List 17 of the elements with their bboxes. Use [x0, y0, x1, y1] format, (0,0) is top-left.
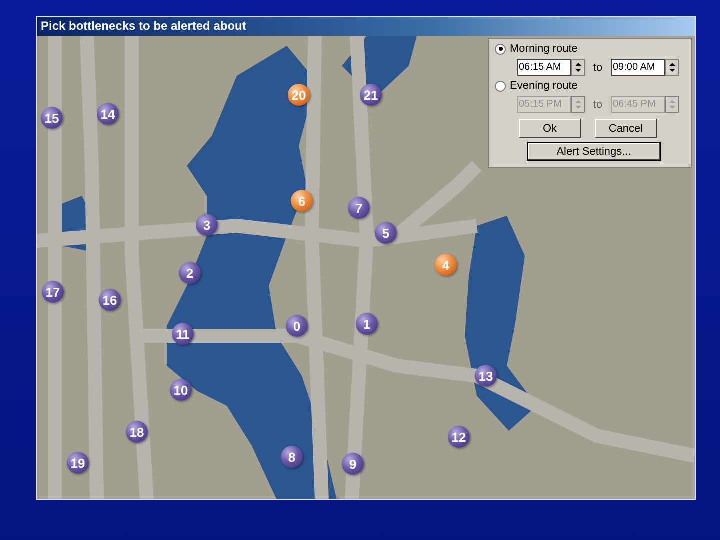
window-title: Pick bottlenecks to be alerted about: [37, 17, 695, 36]
up-down-arrows-icon: [668, 99, 676, 110]
dialog-button[interactable]: Ok: [519, 119, 581, 138]
dialog-button[interactable]: Cancel: [595, 119, 657, 138]
up-down-arrows-icon: [668, 62, 676, 73]
up-down-arrows-icon: [574, 62, 582, 73]
to-label: to: [592, 98, 604, 110]
time-field[interactable]: 06:15 AM: [517, 59, 571, 76]
up-down-arrows-icon: [574, 99, 582, 110]
route-label: Morning route: [510, 43, 578, 55]
route-label: Evening route: [510, 80, 578, 92]
alert-settings-button[interactable]: Alert Settings...: [527, 142, 661, 161]
spin-button[interactable]: [571, 59, 585, 76]
to-label: to: [592, 62, 604, 74]
spin-button[interactable]: [665, 59, 679, 76]
radio-button[interactable]: [495, 44, 506, 54]
time-field[interactable]: 09:00 AM: [611, 59, 665, 76]
